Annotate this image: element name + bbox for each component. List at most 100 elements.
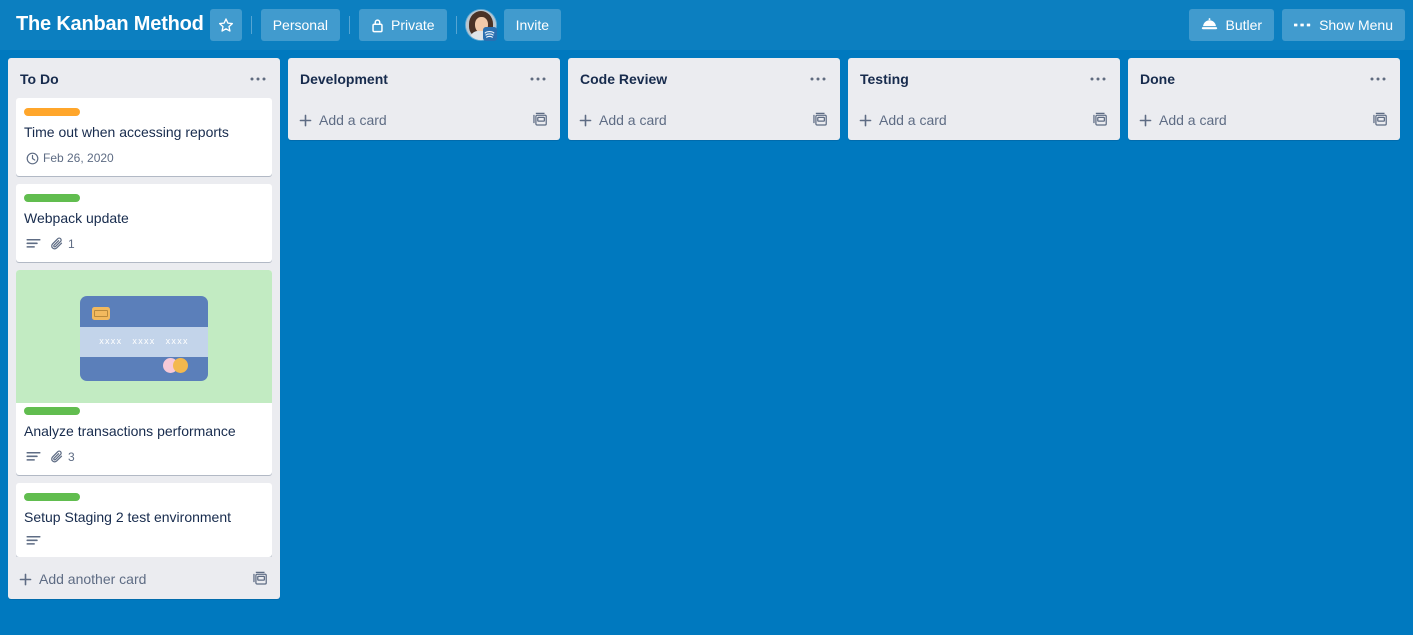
butler-label: Butler — [1225, 17, 1263, 33]
butler-button[interactable]: Butler — [1189, 9, 1275, 41]
board-header: The Kanban Method Personal Private Invit… — [0, 0, 1413, 50]
card-title: Analyze transactions performance — [24, 423, 236, 439]
list-testing: Testing Add a card — [848, 58, 1120, 140]
badge-due-date: Feb 26, 2020 — [24, 148, 118, 168]
card-badges: 1 — [24, 228, 264, 254]
badge-attachment: 1 — [49, 234, 79, 254]
board-visibility-label: Private — [390, 17, 435, 33]
board-header-left: The Kanban Method Personal Private Invit… — [14, 9, 1189, 42]
card-title: Setup Staging 2 test environment — [24, 509, 232, 525]
add-card-row[interactable]: Add a card — [1128, 100, 1400, 140]
card-label[interactable] — [24, 108, 80, 116]
card-label[interactable] — [24, 493, 80, 501]
card-badges: 3 — [24, 441, 264, 467]
card-badges — [24, 527, 264, 549]
description-icon — [26, 451, 41, 463]
card-labels — [24, 190, 264, 204]
header-divider — [348, 16, 350, 34]
card-template-icon[interactable] — [248, 567, 272, 591]
list-title[interactable]: Done — [1140, 68, 1364, 89]
card-cover: xxxx xxxx xxxx — [16, 270, 272, 403]
paperclip-icon — [51, 237, 64, 251]
card-badges: Feb 26, 2020 — [24, 142, 264, 168]
description-icon — [26, 238, 41, 250]
list-development: Development Add a card — [288, 58, 560, 140]
add-card-label: Add a card — [319, 112, 387, 128]
add-card-row[interactable]: Add a card — [288, 100, 560, 140]
badge-text: Feb 26, 2020 — [43, 151, 114, 165]
badge-attachment: 3 — [49, 447, 79, 467]
add-card-label: Add a card — [879, 112, 947, 128]
card-template-icon[interactable] — [1368, 108, 1392, 132]
badge-text: 1 — [68, 237, 75, 251]
ellipsis-icon — [1294, 22, 1312, 28]
list-code-review: Code Review Add a card — [568, 58, 840, 140]
card[interactable]: Setup Staging 2 test environment — [16, 483, 272, 557]
badge-text: 3 — [68, 450, 75, 464]
header-divider — [250, 16, 252, 34]
list-title[interactable]: To Do — [20, 68, 244, 89]
list-menu-icon[interactable] — [244, 68, 272, 90]
badge-description — [24, 236, 45, 252]
card-labels — [24, 104, 264, 118]
avatar-badge-icon — [482, 27, 497, 41]
list-done: Done Add a card — [1128, 58, 1400, 140]
board-team-button[interactable]: Personal — [260, 9, 340, 41]
list-title[interactable]: Development — [300, 68, 524, 89]
list-title[interactable]: Testing — [860, 68, 1084, 89]
card-template-icon[interactable] — [528, 108, 552, 132]
card[interactable]: xxxx xxxx xxxx Analyze transactions perform… — [16, 270, 272, 475]
plus-icon — [578, 113, 593, 128]
card-labels — [24, 403, 264, 417]
add-card-row[interactable]: Add a card — [848, 100, 1120, 140]
list-menu-icon[interactable] — [1084, 68, 1112, 90]
butler-bell-icon — [1201, 18, 1218, 32]
list-cards: Time out when accessing reports Feb 26, 2… — [8, 98, 280, 557]
list-title[interactable]: Code Review — [580, 68, 804, 89]
header-divider — [455, 16, 457, 34]
board-visibility-button[interactable]: Private — [358, 9, 447, 41]
list-menu-icon[interactable] — [804, 68, 832, 90]
card-label[interactable] — [24, 407, 80, 415]
list-menu-icon[interactable] — [1364, 68, 1392, 90]
card-template-icon[interactable] — [808, 108, 832, 132]
card[interactable]: Time out when accessing reports Feb 26, 2… — [16, 98, 272, 176]
show-menu-label: Show Menu — [1319, 17, 1393, 33]
list-header: Code Review — [568, 58, 840, 98]
plus-icon — [1138, 113, 1153, 128]
add-card-label: Add a card — [1159, 112, 1227, 128]
list-header: Development — [288, 58, 560, 98]
clock-icon — [26, 152, 39, 165]
badge-description — [24, 449, 45, 465]
list-menu-icon[interactable] — [524, 68, 552, 90]
star-icon — [218, 17, 234, 33]
add-card-label: Add another card — [39, 571, 147, 587]
card-labels — [24, 489, 264, 503]
card-template-icon[interactable] — [1088, 108, 1112, 132]
board-team-label: Personal — [272, 17, 328, 33]
plus-icon — [858, 113, 873, 128]
invite-button[interactable]: Invite — [503, 9, 562, 41]
card-title: Webpack update — [24, 210, 129, 226]
lock-icon — [371, 18, 384, 33]
add-card-row[interactable]: Add a card — [568, 100, 840, 140]
star-board-button[interactable] — [209, 9, 242, 41]
list-header: Testing — [848, 58, 1120, 98]
plus-icon — [18, 572, 33, 587]
add-card-label: Add a card — [599, 112, 667, 128]
add-card-row[interactable]: Add another card — [8, 559, 280, 599]
card-number-group: xxxx — [132, 336, 156, 346]
show-menu-button[interactable]: Show Menu — [1282, 9, 1405, 41]
list-header: To Do — [8, 58, 280, 98]
credit-card-illustration: xxxx xxxx xxxx — [80, 292, 208, 381]
avatar[interactable] — [465, 10, 497, 41]
card-title: Time out when accessing reports — [24, 124, 229, 140]
invite-label: Invite — [515, 17, 550, 33]
card-label[interactable] — [24, 194, 80, 202]
card[interactable]: Webpack update 1 — [16, 184, 272, 262]
card-number-group: xxxx — [165, 336, 189, 346]
paperclip-icon — [51, 450, 64, 464]
board-title: The Kanban Method — [16, 12, 204, 35]
description-icon — [26, 535, 41, 547]
card-number-group: xxxx — [99, 336, 123, 346]
